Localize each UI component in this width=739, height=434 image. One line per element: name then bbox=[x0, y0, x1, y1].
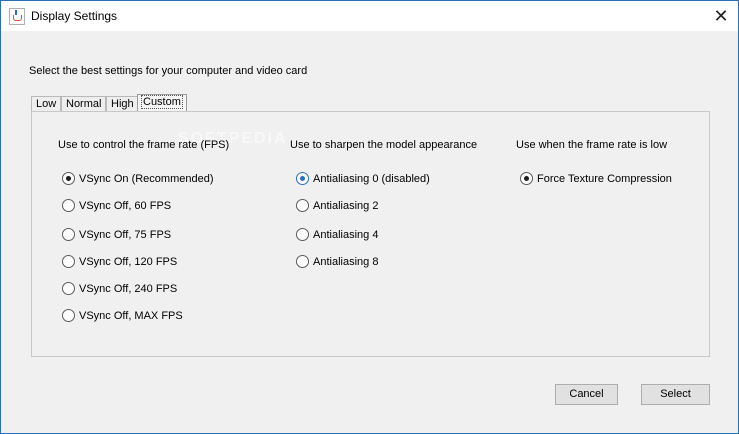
radio-label: VSync Off, 240 FPS bbox=[79, 283, 178, 295]
close-icon[interactable]: ✕ bbox=[710, 5, 732, 27]
radio-button-selected[interactable] bbox=[296, 172, 309, 185]
radio-label: Force Texture Compression bbox=[537, 173, 672, 185]
java-app-icon bbox=[9, 8, 25, 25]
radio-button[interactable] bbox=[62, 255, 75, 268]
fps-column-header: Use to control the frame rate (FPS) bbox=[58, 139, 230, 151]
radio-label: VSync Off, 60 FPS bbox=[79, 200, 172, 212]
radio-button-selected[interactable] bbox=[62, 172, 75, 185]
radio-button-selected[interactable] bbox=[520, 172, 533, 185]
radio-label: VSync Off, 75 FPS bbox=[79, 229, 172, 241]
tab-high-label: High bbox=[111, 98, 134, 110]
radio-button[interactable] bbox=[62, 309, 75, 322]
radio-button[interactable] bbox=[62, 282, 75, 295]
radio-button[interactable] bbox=[62, 228, 75, 241]
title-bar[interactable]: Display Settings ✕ bbox=[1, 1, 738, 31]
radio-label: Antialiasing 0 (disabled) bbox=[313, 173, 430, 185]
instruction-text: Select the best settings for your comput… bbox=[29, 65, 308, 77]
radio-label: Antialiasing 4 bbox=[313, 229, 379, 241]
java-cup-shape bbox=[13, 15, 22, 21]
radio-label: Antialiasing 8 bbox=[313, 256, 379, 268]
select-button[interactable]: Select bbox=[641, 384, 710, 405]
tab-custom-label: Custom bbox=[141, 95, 183, 109]
cancel-button[interactable]: Cancel bbox=[555, 384, 618, 405]
tab-normal-label: Normal bbox=[66, 98, 102, 110]
radio-label: VSync Off, 120 FPS bbox=[79, 256, 178, 268]
texture-column-header: Use when the frame rate is low bbox=[516, 139, 668, 151]
radio-label: Antialiasing 2 bbox=[313, 200, 379, 212]
antialiasing-column-header: Use to sharpen the model appearance bbox=[290, 139, 478, 151]
radio-button[interactable] bbox=[296, 199, 309, 212]
radio-button[interactable] bbox=[62, 199, 75, 212]
radio-button[interactable] bbox=[296, 255, 309, 268]
radio-label: VSync Off, MAX FPS bbox=[79, 310, 183, 322]
window-title: Display Settings bbox=[31, 9, 118, 23]
radio-label: VSync On (Recommended) bbox=[79, 173, 214, 185]
radio-button[interactable] bbox=[296, 228, 309, 241]
tab-low-label: Low bbox=[36, 98, 57, 110]
